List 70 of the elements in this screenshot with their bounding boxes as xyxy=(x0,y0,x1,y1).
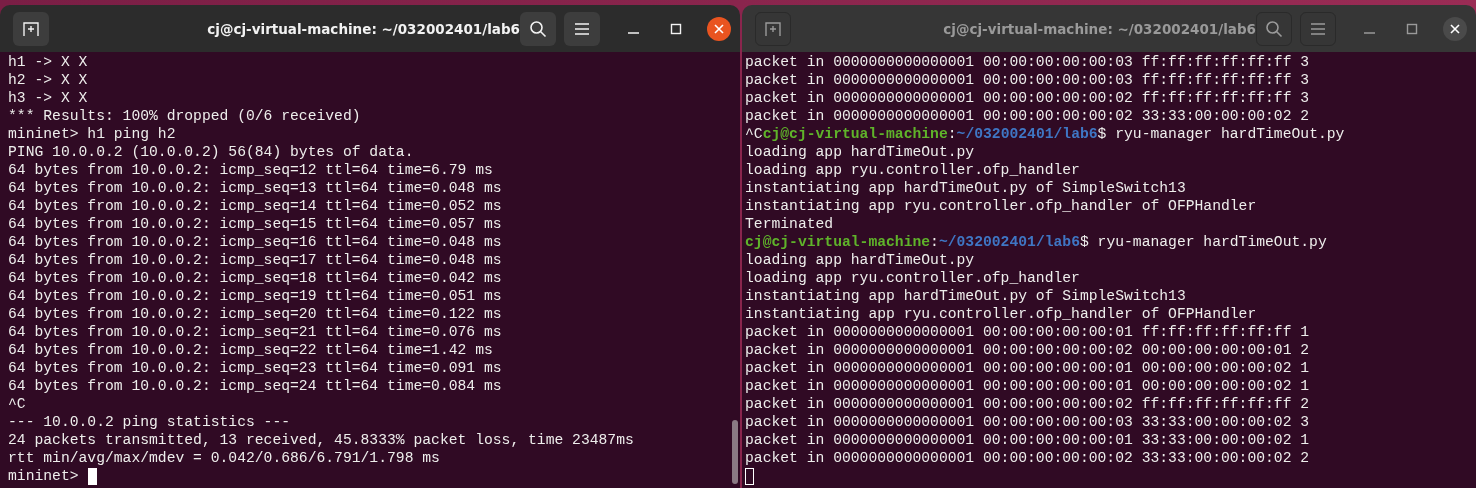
scrollbar[interactable] xyxy=(732,420,738,484)
terminal-line: instantiating app hardTimeOut.py of SimpleSwitch13 xyxy=(745,179,1187,197)
close-icon xyxy=(713,22,725,35)
terminal-line: loading app hardTimeOut.py xyxy=(745,143,976,161)
terminal-prompt: mininet> xyxy=(8,467,79,485)
terminal-line: 64 bytes from 10.0.0.2: icmp_seq=17 ttl=64 time=0.048 ms xyxy=(8,251,503,269)
terminal-line: h3 -> X X xyxy=(8,89,89,107)
terminal-line: packet in 0000000000000001 00:00:00:00:00:01 00:00:00:00:00:02 1 xyxy=(745,377,1311,395)
terminal-line: 64 bytes from 10.0.0.2: icmp_seq=13 ttl=64 time=0.048 ms xyxy=(8,179,503,197)
terminal-line: 64 bytes from 10.0.0.2: icmp_seq=24 ttl=64 time=0.084 ms xyxy=(8,377,503,395)
terminal-line: mininet> h1 ping h2 xyxy=(8,125,177,143)
terminal-line: packet in 0000000000000001 00:00:00:00:00:01 33:33:00:00:00:02 1 xyxy=(745,431,1311,449)
terminal-line: packet in 0000000000000001 00:00:00:00:00:02 00:00:00:00:00:01 2 xyxy=(745,341,1311,359)
new-tab-button[interactable] xyxy=(755,11,791,46)
terminal-line: loading app hardTimeOut.py xyxy=(745,251,976,269)
terminal-line: PING 10.0.0.2 (10.0.0.2) 56(84) bytes of data. xyxy=(8,143,415,161)
terminal-line: 64 bytes from 10.0.0.2: icmp_seq=19 ttl=64 time=0.051 ms xyxy=(8,287,503,305)
terminal-line: instantiating app ryu.controller.ofp_handler of OFPHandler xyxy=(745,197,1258,215)
new-tab-icon xyxy=(22,19,40,38)
terminal-line: packet in 0000000000000001 00:00:00:00:00:02 33:33:00:00:00:02 2 xyxy=(745,107,1311,125)
terminal-line: h2 -> X X xyxy=(8,71,89,89)
terminal-line: packet in 0000000000000001 00:00:00:00:00:02 ff:ff:ff:ff:ff:ff 3 xyxy=(745,89,1311,107)
terminal-line: ^C xyxy=(8,395,27,413)
minimize-icon xyxy=(1363,31,1375,34)
minimize-icon xyxy=(627,31,639,34)
terminal-line: h1 -> X X xyxy=(8,53,89,71)
maximize-icon xyxy=(670,22,682,35)
search-button[interactable] xyxy=(1256,11,1292,46)
search-icon xyxy=(1265,19,1283,38)
terminal-line: 64 bytes from 10.0.0.2: icmp_seq=20 ttl=64 time=0.122 ms xyxy=(8,305,503,323)
maximize-icon xyxy=(1406,22,1418,35)
terminal-line: *** Results: 100% dropped (0/6 received) xyxy=(8,107,362,125)
close-icon xyxy=(1449,22,1461,35)
terminal-line: 24 packets transmitted, 13 received, 45.8333% packet loss, time 23487ms xyxy=(8,431,635,449)
terminal-line: packet in 0000000000000001 00:00:00:00:00:01 00:00:00:00:00:02 1 xyxy=(745,359,1311,377)
search-icon xyxy=(529,19,547,38)
search-button[interactable] xyxy=(520,11,556,46)
terminal-line: packet in 0000000000000001 00:00:00:00:00:02 33:33:00:00:00:02 2 xyxy=(745,449,1311,467)
terminal-line: 64 bytes from 10.0.0.2: icmp_seq=21 ttl=64 time=0.076 ms xyxy=(8,323,503,341)
terminal-line: packet in 0000000000000001 00:00:00:00:00:03 33:33:00:00:00:02 3 xyxy=(745,413,1311,431)
menu-button[interactable] xyxy=(1300,11,1336,46)
terminal-line: rtt min/avg/max/mdev = 0.042/0.686/6.791/1.798 ms xyxy=(8,449,441,467)
terminal-line: --- 10.0.0.2 ping statistics --- xyxy=(8,413,292,431)
terminal-line: 64 bytes from 10.0.0.2: icmp_seq=12 ttl=64 time=6.79 ms xyxy=(8,161,494,179)
terminal-line: packet in 0000000000000001 00:00:00:00:00:03 ff:ff:ff:ff:ff:ff 3 xyxy=(745,53,1311,71)
terminal-line: packet in 0000000000000001 00:00:00:00:00:01 ff:ff:ff:ff:ff:ff 1 xyxy=(745,323,1311,341)
terminal-line: 64 bytes from 10.0.0.2: icmp_seq=14 ttl=64 time=0.052 ms xyxy=(8,197,503,215)
terminal-line: instantiating app ryu.controller.ofp_handler of OFPHandler xyxy=(745,305,1258,323)
window-title: cj@cj-virtual-machine: ~/032002401/lab6 xyxy=(207,20,520,37)
terminal-line: loading app ryu.controller.ofp_handler xyxy=(745,161,1081,179)
terminal-line: 64 bytes from 10.0.0.2: icmp_seq=16 ttl=64 time=0.048 ms xyxy=(8,233,503,251)
terminal-line: loading app ryu.controller.ofp_handler xyxy=(745,269,1081,287)
close-button[interactable] xyxy=(707,16,731,41)
new-tab-icon xyxy=(764,19,782,38)
terminal-line: cj@cj-virtual-machine:~/032002401/lab6$ ryu-manager hardTimeOut.py xyxy=(745,233,1328,251)
menu-icon xyxy=(1310,21,1326,36)
terminal-line: 64 bytes from 10.0.0.2: icmp_seq=23 ttl=64 time=0.091 ms xyxy=(8,359,503,377)
terminal-line: 64 bytes from 10.0.0.2: icmp_seq=18 ttl=64 time=0.042 ms xyxy=(8,269,503,287)
menu-button[interactable] xyxy=(564,11,600,46)
window-title: cj@cj-virtual-machine: ~/032002401/lab6 xyxy=(943,20,1256,37)
close-button[interactable] xyxy=(1443,16,1467,41)
new-tab-button[interactable] xyxy=(13,11,49,46)
terminal-line: Terminated xyxy=(745,215,835,233)
terminal-line: packet in 0000000000000001 00:00:00:00:00:02 ff:ff:ff:ff:ff:ff 2 xyxy=(745,395,1311,413)
menu-icon xyxy=(574,21,590,36)
terminal-line: ^Ccj@cj-virtual-machine:~/032002401/lab6$ ryu-manager hardTimeOut.py xyxy=(745,125,1346,143)
terminal-line: packet in 0000000000000001 00:00:00:00:00:03 ff:ff:ff:ff:ff:ff 3 xyxy=(745,71,1311,89)
terminal-line: 64 bytes from 10.0.0.2: icmp_seq=15 ttl=64 time=0.057 ms xyxy=(8,215,503,233)
terminal-line: instantiating app hardTimeOut.py of SimpleSwitch13 xyxy=(745,287,1187,305)
terminal-line: 64 bytes from 10.0.0.2: icmp_seq=22 ttl=64 time=1.42 ms xyxy=(8,341,494,359)
